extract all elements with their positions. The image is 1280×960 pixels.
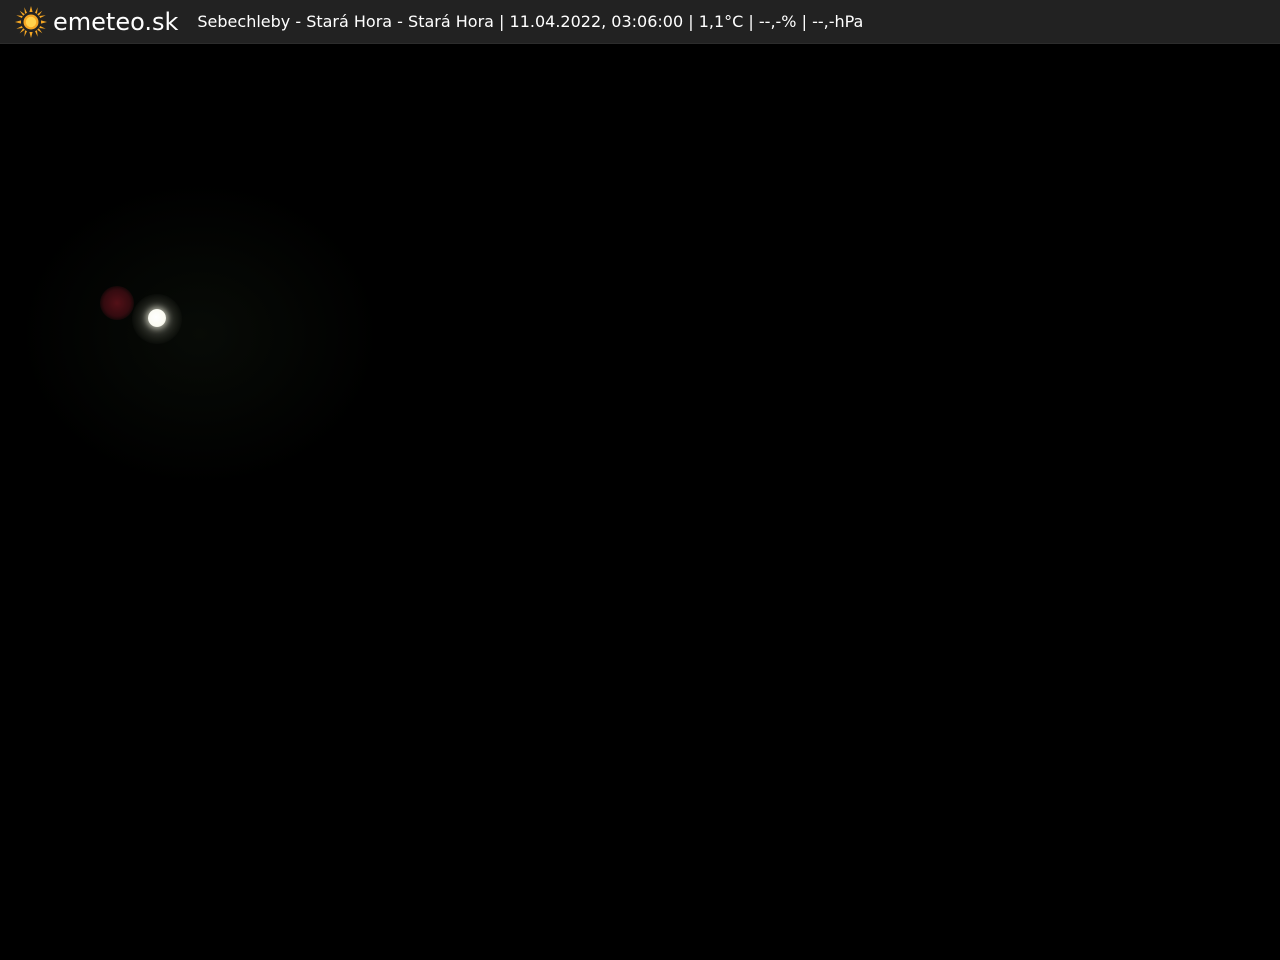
sun-icon (15, 5, 47, 38)
brand-name: emeteo.sk (53, 7, 179, 36)
moon (148, 309, 166, 327)
webcam-caption: Sebechleby - Stará Hora - Stará Hora | 1… (197, 12, 864, 31)
webcam-frame: emeteo.sk Sebechleby - Stará Hora - Star… (0, 0, 1280, 960)
night-sky-image (0, 44, 1280, 960)
lens-flare (100, 286, 134, 320)
header-bar: emeteo.sk Sebechleby - Stará Hora - Star… (0, 0, 1280, 44)
brand-logo[interactable]: emeteo.sk (14, 0, 178, 44)
